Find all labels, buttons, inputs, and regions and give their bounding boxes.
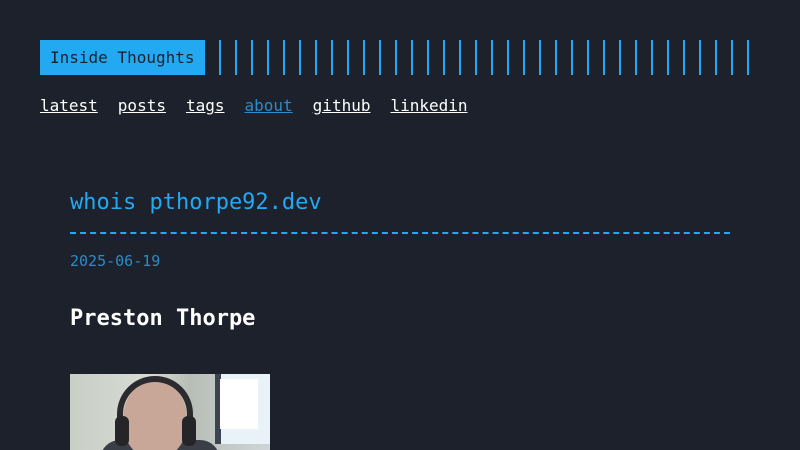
- nav-link-latest[interactable]: latest: [40, 95, 98, 117]
- post-date: 2025-06-19: [70, 252, 161, 270]
- nav-link-about[interactable]: about: [245, 95, 293, 117]
- main-nav: latest posts tags about github linkedin: [40, 95, 488, 117]
- photo-earcup-left: [115, 416, 129, 446]
- photo-window-light: [220, 379, 258, 429]
- nav-link-tags[interactable]: tags: [186, 95, 225, 117]
- author-name-heading: Preston Thorpe: [70, 306, 256, 331]
- nav-link-linkedin[interactable]: linkedin: [390, 95, 467, 117]
- photo-earcup-right: [182, 416, 196, 446]
- author-photo: [70, 374, 270, 450]
- logo-decoration-bars: [218, 40, 760, 75]
- nav-link-github[interactable]: github: [313, 95, 371, 117]
- post-title: whois pthorpe92.dev: [70, 190, 322, 215]
- site-logo[interactable]: Inside Thoughts: [40, 40, 205, 75]
- nav-link-posts[interactable]: posts: [118, 95, 166, 117]
- title-divider: [70, 232, 730, 234]
- site-header: Inside Thoughts: [40, 40, 760, 75]
